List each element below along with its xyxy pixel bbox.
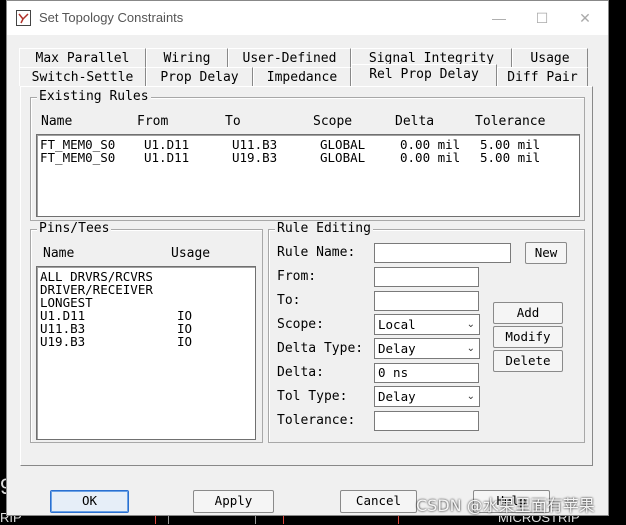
from-label: From: xyxy=(277,269,317,284)
existing-rules-title: Existing Rules xyxy=(37,89,151,104)
close-icon[interactable]: ✕ xyxy=(574,7,596,29)
tab-panel-rel-prop-delay: Existing Rules Name From To Scope Delta … xyxy=(20,86,593,466)
delta-field[interactable]: 0 ns xyxy=(374,363,479,383)
list-item[interactable]: U19.B3 xyxy=(40,335,85,348)
pins-tees-list[interactable]: ALL DRVRS/RCVRS DRIVER/RECEIVER LONGEST … xyxy=(36,266,256,440)
add-button[interactable]: Add xyxy=(493,302,563,324)
minimize-icon[interactable]: — xyxy=(488,7,510,29)
tol-type-select[interactable]: Delay ⌄ xyxy=(374,386,480,407)
scope-select[interactable]: Local ⌄ xyxy=(374,314,480,335)
topology-constraints-dialog: Set Topology Constraints — ☐ ✕ Max Paral… xyxy=(6,0,609,516)
chevron-down-icon: ⌄ xyxy=(466,319,475,330)
rule-to-cell: U19.B3 xyxy=(232,150,278,165)
tolerance-field[interactable] xyxy=(374,411,479,431)
cancel-button[interactable]: Cancel xyxy=(340,490,417,513)
rule-tolerance-cell: 5.00 mil xyxy=(480,150,541,165)
scope-label: Scope: xyxy=(277,317,324,332)
pin-usage-cell: IO xyxy=(177,334,193,349)
column-header-usage: Usage xyxy=(171,246,211,261)
chevron-down-icon: ⌄ xyxy=(466,391,475,402)
rule-name-field[interactable] xyxy=(374,243,511,263)
watermark: CSDN @水果里面有苹果 xyxy=(416,496,595,515)
column-header-name: Name xyxy=(43,246,75,261)
rule-editing-group: Rule Editing Rule Name: New From: To: Sc… xyxy=(268,221,585,443)
tab-impedance[interactable]: Impedance xyxy=(253,67,351,86)
rule-name-cell: FT_MEM0_S0 xyxy=(40,150,116,165)
delete-button[interactable]: Delete xyxy=(493,350,563,372)
from-field[interactable] xyxy=(374,267,479,287)
to-label: To: xyxy=(277,293,301,308)
pins-tees-title: Pins/Tees xyxy=(37,221,112,236)
tab-usage[interactable]: Usage xyxy=(512,48,588,67)
new-button[interactable]: New xyxy=(525,242,567,264)
window-title: Set Topology Constraints xyxy=(39,10,184,25)
title-bar[interactable]: Set Topology Constraints — ☐ ✕ xyxy=(7,1,608,35)
rule-from-cell: U1.D11 xyxy=(144,150,190,165)
rule-delta-cell: 0.00 mil xyxy=(400,150,461,165)
rule-editing-title: Rule Editing xyxy=(275,221,373,236)
column-header-from: From xyxy=(137,114,169,129)
tab-prop-delay[interactable]: Prop Delay xyxy=(146,67,253,86)
tab-user-defined[interactable]: User-Defined xyxy=(228,48,351,67)
tol-type-label: Tol Type: xyxy=(277,389,348,404)
chevron-down-icon: ⌄ xyxy=(466,343,475,354)
column-header-scope: Scope xyxy=(313,114,353,129)
delta-label: Delta: xyxy=(277,365,324,380)
maximize-icon[interactable]: ☐ xyxy=(531,7,553,29)
modify-button[interactable]: Modify xyxy=(493,326,563,348)
pins-tees-group: Pins/Tees Name Usage ALL DRVRS/RCVRS DRI… xyxy=(30,221,263,443)
tol-type-select-value: Delay xyxy=(378,389,416,404)
tab-max-parallel[interactable]: Max Parallel xyxy=(19,48,146,67)
delta-type-label: Delta Type: xyxy=(277,341,364,356)
column-header-to: To xyxy=(225,114,241,129)
tab-diff-pair[interactable]: Diff Pair xyxy=(497,67,588,86)
scope-select-value: Local xyxy=(378,317,416,332)
delta-type-select[interactable]: Delay ⌄ xyxy=(374,338,480,359)
app-icon xyxy=(16,10,31,26)
rule-name-label: Rule Name: xyxy=(277,245,356,260)
existing-rules-list[interactable]: FT_MEM0_S0 U1.D11 U11.B3 GLOBAL 0.00 mil… xyxy=(36,134,580,217)
column-header-tolerance: Tolerance xyxy=(475,114,546,129)
rule-scope-cell: GLOBAL xyxy=(320,150,366,165)
tab-switch-settle[interactable]: Switch-Settle xyxy=(19,67,146,86)
tab-rel-prop-delay[interactable]: Rel Prop Delay xyxy=(351,64,497,87)
column-header-delta: Delta xyxy=(395,114,435,129)
ok-button[interactable]: OK xyxy=(50,490,129,513)
existing-rules-group: Existing Rules Name From To Scope Delta … xyxy=(30,89,585,221)
apply-button[interactable]: Apply xyxy=(193,490,274,513)
tolerance-label: Tolerance: xyxy=(277,413,356,428)
delta-type-select-value: Delay xyxy=(378,341,416,356)
tab-wiring[interactable]: Wiring xyxy=(146,48,228,67)
to-field[interactable] xyxy=(374,291,479,311)
column-header-name: Name xyxy=(41,114,73,129)
